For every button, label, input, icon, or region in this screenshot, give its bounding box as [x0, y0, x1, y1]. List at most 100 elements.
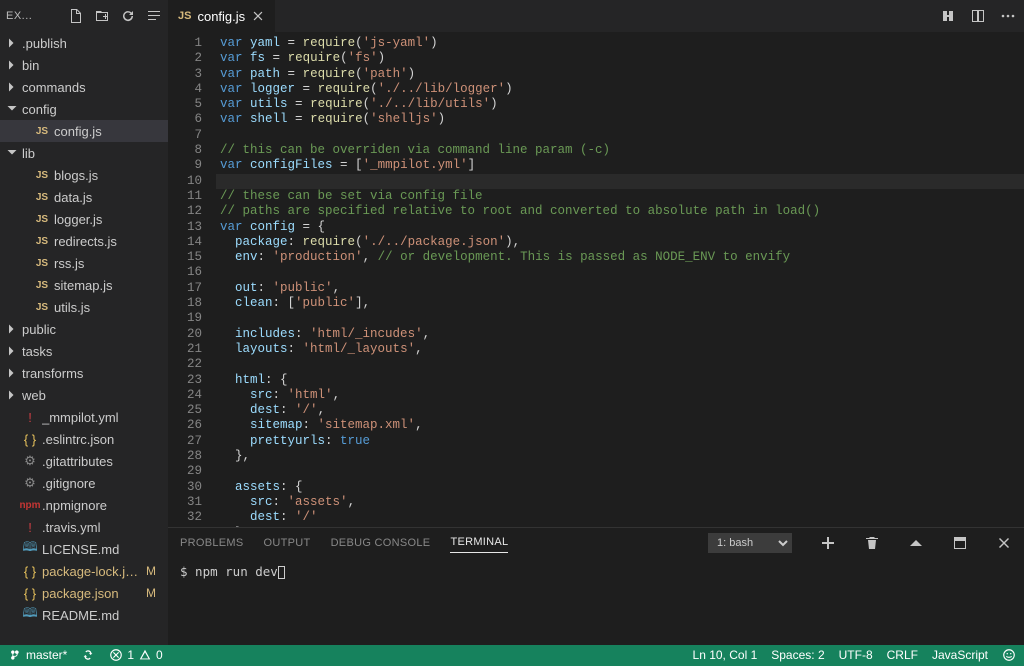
maximize-panel-icon[interactable]: [908, 535, 924, 551]
tree-item-label: commands: [22, 80, 162, 95]
indentation-status[interactable]: Spaces: 2: [771, 648, 824, 662]
panel-tab-terminal[interactable]: TERMINAL: [450, 532, 508, 553]
tree-item-label: .npmignore: [42, 498, 162, 513]
tree-item-label: blogs.js: [54, 168, 162, 183]
more-actions-icon[interactable]: [1000, 8, 1016, 24]
tree-item-label: redirects.js: [54, 234, 162, 249]
file-.travis.yml[interactable]: !.travis.yml: [0, 516, 168, 538]
error-count: 1: [127, 648, 134, 662]
tree-item-label: README.md: [42, 608, 162, 623]
tree-item-label: .travis.yml: [42, 520, 162, 535]
language-status[interactable]: JavaScript: [932, 648, 988, 662]
refresh-icon[interactable]: [120, 8, 136, 24]
panel-tab-output[interactable]: OUTPUT: [264, 533, 311, 553]
tree-item-label: .eslintrc.json: [42, 432, 162, 447]
kill-terminal-icon[interactable]: [864, 535, 880, 551]
branch-name: master*: [26, 648, 67, 662]
file-.npmignore[interactable]: npm.npmignore: [0, 494, 168, 516]
tree-item-label: .gitignore: [42, 476, 162, 491]
encoding-status[interactable]: UTF-8: [839, 648, 873, 662]
file-utils.js[interactable]: JSutils.js: [0, 296, 168, 318]
tree-item-label: package-lock.json: [42, 564, 142, 579]
tree-item-label: lib: [22, 146, 162, 161]
toggle-panel-icon[interactable]: [952, 535, 968, 551]
file-LICENSE.md[interactable]: 🕮LICENSE.md: [0, 538, 168, 560]
sync-icon: [81, 648, 95, 662]
cursor-position[interactable]: Ln 10, Col 1: [693, 648, 758, 662]
editor-area: JS config.js 123456789101112131415161718…: [168, 0, 1024, 645]
line-gutter: 1234567891011121314151617181920212223242…: [168, 32, 216, 527]
terminal-selector[interactable]: 1: bash: [708, 533, 792, 553]
new-terminal-icon[interactable]: [820, 535, 836, 551]
error-icon: [109, 648, 123, 662]
folder-bin[interactable]: bin: [0, 54, 168, 76]
editor-actions: [932, 0, 1024, 32]
tree-item-label: transforms: [22, 366, 162, 381]
terminal-line: $ npm run dev: [180, 564, 278, 579]
bottom-panel: PROBLEMS OUTPUT DEBUG CONSOLE TERMINAL 1: ba…: [168, 527, 1024, 645]
file-tree[interactable]: .publish bin commands config JSconfig.js lib J…: [0, 32, 168, 645]
file-.eslintrc.json[interactable]: { }.eslintrc.json: [0, 428, 168, 450]
close-tab-icon[interactable]: [251, 9, 265, 23]
code-editor[interactable]: 1234567891011121314151617181920212223242…: [168, 32, 1024, 527]
file-README.md[interactable]: 🕮README.md: [0, 604, 168, 626]
file-data.js[interactable]: JSdata.js: [0, 186, 168, 208]
tree-item-label: public: [22, 322, 162, 337]
tree-item-label: logger.js: [54, 212, 162, 227]
file-sitemap.js[interactable]: JSsitemap.js: [0, 274, 168, 296]
file-logger.js[interactable]: JSlogger.js: [0, 208, 168, 230]
tree-item-label: rss.js: [54, 256, 162, 271]
folder-.publish[interactable]: .publish: [0, 32, 168, 54]
file-rss.js[interactable]: JSrss.js: [0, 252, 168, 274]
compare-icon[interactable]: [940, 8, 956, 24]
tree-item-label: sitemap.js: [54, 278, 162, 293]
terminal-view[interactable]: $ npm run dev: [168, 558, 1024, 645]
folder-config[interactable]: config: [0, 98, 168, 120]
modified-badge: M: [146, 564, 162, 578]
collapse-icon[interactable]: [146, 8, 162, 24]
explorer-title: EX...: [6, 10, 58, 22]
tree-item-label: web: [22, 388, 162, 403]
git-sync-status[interactable]: [81, 648, 95, 662]
file-config.js[interactable]: JSconfig.js: [0, 120, 168, 142]
problems-status[interactable]: 1 0: [109, 648, 162, 662]
close-panel-icon[interactable]: [996, 535, 1012, 551]
file-package.json[interactable]: { }package.jsonM: [0, 582, 168, 604]
explorer-sidebar: EX... .publish bin commands config JSconfig.…: [0, 0, 168, 645]
new-file-icon[interactable]: [68, 8, 84, 24]
warning-icon: [138, 648, 152, 662]
code-content[interactable]: var yaml = require('js-yaml')var fs = re…: [216, 32, 1024, 527]
file-.gitignore[interactable]: ⚙.gitignore: [0, 472, 168, 494]
tab-config-js[interactable]: JS config.js: [168, 0, 276, 32]
js-file-icon: JS: [178, 10, 191, 22]
folder-lib[interactable]: lib: [0, 142, 168, 164]
tree-item-label: config: [22, 102, 162, 117]
tree-item-label: tasks: [22, 344, 162, 359]
tree-item-label: bin: [22, 58, 162, 73]
file-_mmpilot.yml[interactable]: !_mmpilot.yml: [0, 406, 168, 428]
feedback-icon[interactable]: [1002, 648, 1016, 662]
panel-tab-problems[interactable]: PROBLEMS: [180, 533, 244, 553]
folder-web[interactable]: web: [0, 384, 168, 406]
terminal-cursor: [278, 566, 285, 579]
eol-status[interactable]: CRLF: [887, 648, 918, 662]
file-blogs.js[interactable]: JSblogs.js: [0, 164, 168, 186]
folder-tasks[interactable]: tasks: [0, 340, 168, 362]
modified-badge: M: [146, 586, 162, 600]
file-redirects.js[interactable]: JSredirects.js: [0, 230, 168, 252]
tab-label: config.js: [197, 9, 245, 24]
split-editor-icon[interactable]: [970, 8, 986, 24]
tab-bar: JS config.js: [168, 0, 1024, 32]
panel-tab-debug-console[interactable]: DEBUG CONSOLE: [331, 533, 431, 553]
tree-item-label: package.json: [42, 586, 142, 601]
tree-item-label: .gitattributes: [42, 454, 162, 469]
file-.gitattributes[interactable]: ⚙.gitattributes: [0, 450, 168, 472]
tree-item-label: LICENSE.md: [42, 542, 162, 557]
folder-transforms[interactable]: transforms: [0, 362, 168, 384]
git-branch-status[interactable]: master*: [8, 648, 67, 662]
new-folder-icon[interactable]: [94, 8, 110, 24]
folder-commands[interactable]: commands: [0, 76, 168, 98]
folder-public[interactable]: public: [0, 318, 168, 340]
file-package-lock.json[interactable]: { }package-lock.jsonM: [0, 560, 168, 582]
tree-item-label: _mmpilot.yml: [42, 410, 162, 425]
